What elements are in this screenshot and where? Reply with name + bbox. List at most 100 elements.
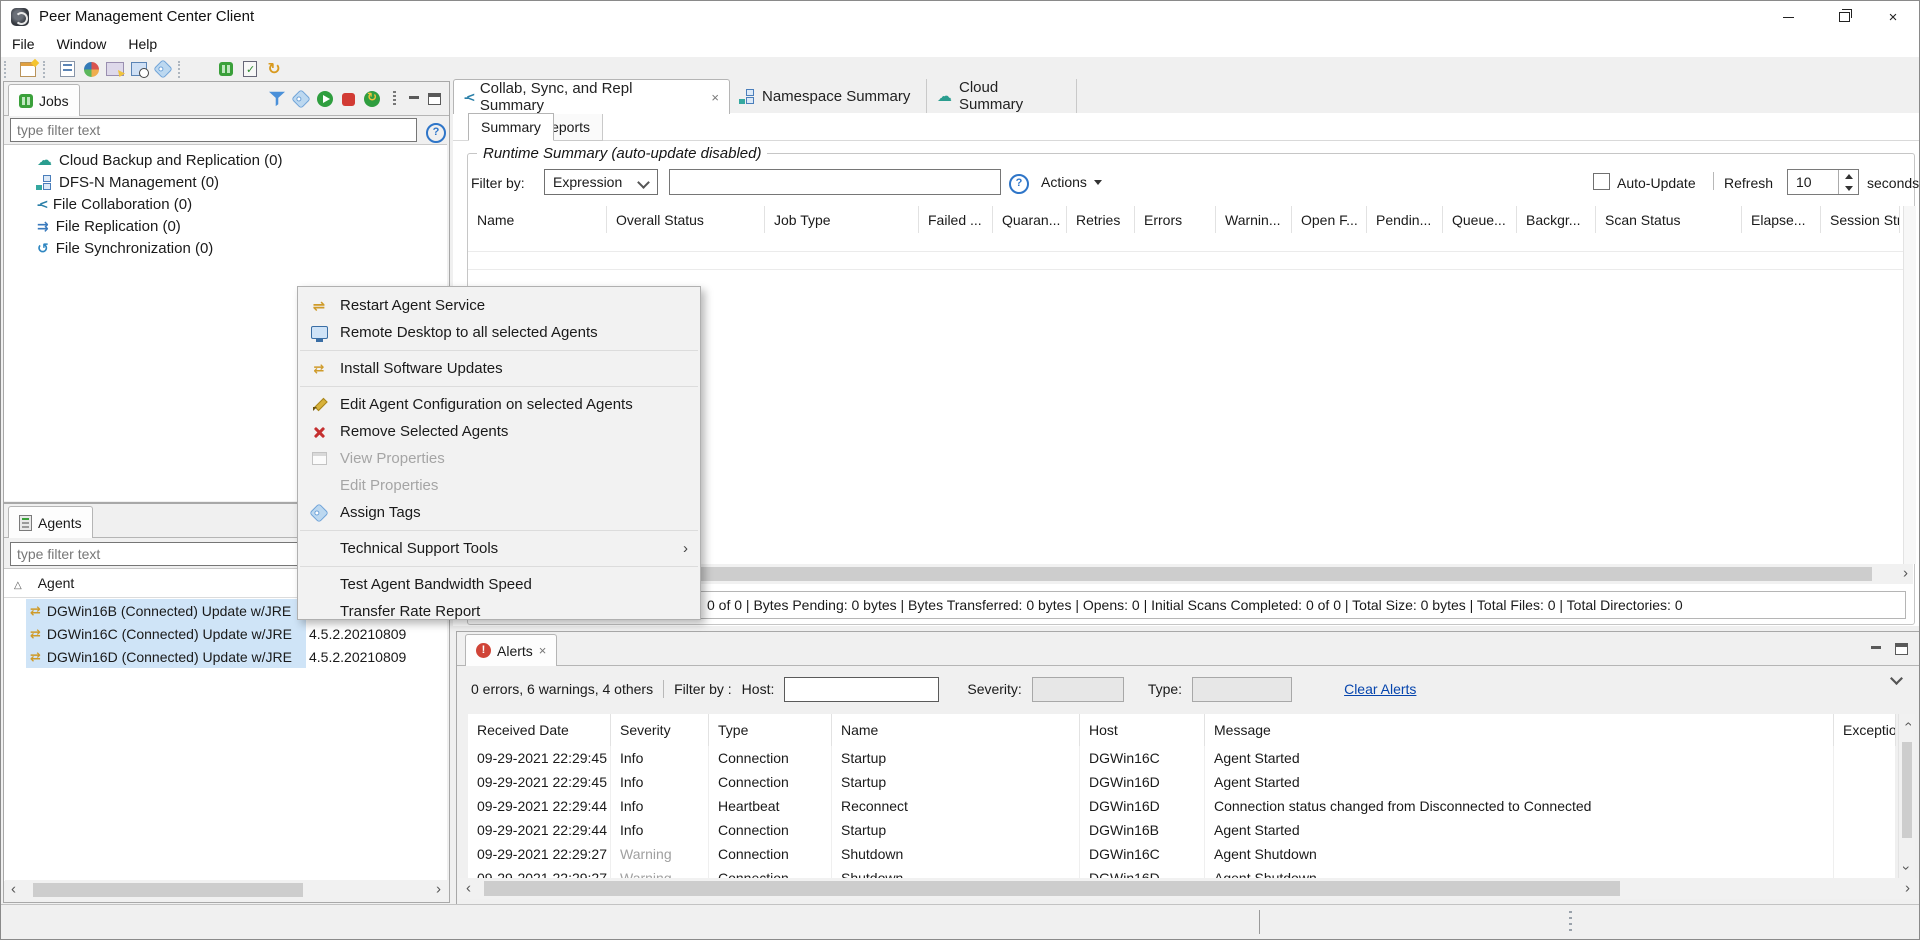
minimize-icon[interactable]	[409, 94, 419, 104]
schedule-icon[interactable]	[127, 59, 151, 79]
start-job-icon[interactable]	[317, 91, 333, 107]
preferences-icon[interactable]	[55, 59, 79, 79]
menu-window[interactable]: Window	[46, 33, 118, 55]
menu-help[interactable]: Help	[117, 33, 168, 55]
close-tab-icon[interactable]: ×	[539, 644, 547, 657]
column-header[interactable]: Message	[1205, 714, 1834, 746]
agents-hscroll-thumb[interactable]	[33, 883, 303, 897]
editor-tab-2[interactable]: Namespace Summary	[730, 79, 927, 113]
jobs-tree-item[interactable]: File Replication (0)	[4, 215, 447, 237]
editor-tab-1[interactable]: Collab, Sync, and Repl Summary×	[453, 79, 730, 114]
column-header[interactable]: Retries	[1067, 206, 1135, 233]
column-header[interactable]: Scan Status	[1596, 206, 1742, 233]
alerts-vscrollbar[interactable]: › ›	[1898, 714, 1915, 878]
scroll-left-icon[interactable]: ‹	[11, 881, 16, 896]
column-header[interactable]: Pendin...	[1367, 206, 1443, 233]
editor-tab-3[interactable]: Cloud Summary	[927, 79, 1077, 113]
menu-file[interactable]: File	[1, 33, 46, 55]
alerts-icon[interactable]	[190, 59, 214, 79]
runtime-vscrollbar[interactable]	[1903, 206, 1916, 564]
menu-item-restart-agent-service[interactable]: Restart Agent Service	[298, 292, 700, 319]
column-header[interactable]: Errors	[1135, 206, 1216, 233]
alerts-vscroll-thumb[interactable]	[1902, 742, 1912, 838]
alert-row[interactable]: 09-29-2021 22:29:27WarningConnectionShut…	[468, 842, 1896, 867]
agents-hscrollbar[interactable]: ‹ ›	[5, 880, 447, 900]
jobs-filter-help-icon[interactable]	[426, 123, 446, 143]
tab-jobs[interactable]: Jobs	[8, 84, 80, 116]
column-header[interactable]: Received Date	[468, 714, 611, 746]
filter-help-icon[interactable]	[1009, 174, 1029, 194]
filter-expression-input[interactable]	[669, 169, 1001, 195]
scroll-right-icon[interactable]: ›	[1905, 880, 1910, 895]
refresh-interval-spinner[interactable]: 10	[1787, 169, 1859, 195]
tab-agents[interactable]: Agents	[8, 506, 93, 538]
window-close-button[interactable]: ×	[1865, 1, 1920, 33]
spinner-down-button[interactable]	[1839, 182, 1858, 194]
column-header[interactable]: Failed ...	[919, 206, 993, 233]
refresh-icon[interactable]	[262, 59, 286, 79]
filter-funnel-icon[interactable]	[269, 91, 285, 107]
maximize-icon[interactable]	[428, 93, 441, 105]
new-job-icon[interactable]	[16, 59, 40, 79]
host-filter-input[interactable]	[784, 677, 939, 702]
column-header[interactable]: Session Stru	[1821, 206, 1900, 233]
email-alerts-icon[interactable]	[103, 59, 127, 79]
agent-row[interactable]: DGWin16D (Connected) Update w/JRE4.5.2.2…	[4, 645, 447, 668]
scroll-up-icon[interactable]: ›	[1899, 722, 1915, 727]
alerts-hscrollbar[interactable]: ‹ ›	[458, 878, 1918, 899]
menu-item-remove-selected-agents[interactable]: Remove Selected Agents	[298, 418, 700, 445]
minimize-icon[interactable]	[1871, 644, 1881, 654]
jobs-tree-item[interactable]: File Collaboration (0)	[4, 193, 447, 215]
jobs-filter-input[interactable]	[10, 118, 417, 142]
column-header[interactable]: Queue...	[1443, 206, 1517, 233]
column-header[interactable]: Backgr...	[1517, 206, 1596, 233]
type-select[interactable]	[1192, 677, 1292, 702]
filter-mode-select[interactable]: Expression	[544, 169, 658, 195]
agents-icon[interactable]	[214, 59, 238, 79]
scroll-down-icon[interactable]: ›	[1899, 866, 1915, 871]
menu-item-transfer-rate-report[interactable]: Transfer Rate Report	[298, 598, 700, 625]
menu-item-technical-support-tools[interactable]: Technical Support Tools›	[298, 535, 700, 562]
agent-row[interactable]: DGWin16C (Connected) Update w/JRE4.5.2.2…	[4, 622, 447, 645]
window-minimize-button[interactable]	[1760, 1, 1816, 33]
severity-select[interactable]	[1032, 677, 1124, 702]
alert-row[interactable]: 09-29-2021 22:29:45InfoConnectionStartup…	[468, 770, 1896, 795]
column-header[interactable]: Warnin...	[1216, 206, 1292, 233]
alert-row[interactable]: 09-29-2021 22:29:27WarningConnectionShut…	[468, 866, 1896, 878]
menu-item-edit-agent-configuration-on-selected-agents[interactable]: Edit Agent Configuration on selected Age…	[298, 391, 700, 418]
column-header[interactable]: Open F...	[1292, 206, 1367, 233]
alerts-table-header[interactable]: Received DateSeverityTypeNameHostMessage…	[468, 714, 1896, 747]
column-header[interactable]: Severity	[611, 714, 709, 746]
auto-update-checkbox[interactable]	[1593, 173, 1610, 190]
tag-icon[interactable]	[291, 89, 311, 109]
menu-item-install-software-updates[interactable]: Install Software Updates	[298, 355, 700, 382]
alert-row[interactable]: 09-29-2021 22:29:45InfoConnectionStartup…	[468, 746, 1896, 771]
spinner-up-button[interactable]	[1839, 170, 1858, 182]
maximize-icon[interactable]	[1895, 643, 1908, 655]
column-header[interactable]: Quaran...	[993, 206, 1067, 233]
column-header[interactable]: Host	[1080, 714, 1205, 746]
column-header[interactable]: Name	[832, 714, 1080, 746]
tab-alerts[interactable]: Alerts ×	[465, 634, 557, 666]
menu-item-test-agent-bandwidth-speed[interactable]: Test Agent Bandwidth Speed	[298, 571, 700, 598]
view-menu-icon[interactable]	[393, 91, 396, 106]
stop-job-icon[interactable]	[342, 93, 355, 106]
column-header[interactable]: Name	[468, 206, 607, 233]
alerts-hscroll-thumb[interactable]	[484, 881, 1620, 896]
tab-summary[interactable]: Summary	[468, 113, 554, 141]
menu-item-remote-desktop-to-all-selected-agents[interactable]: Remote Desktop to all selected Agents	[298, 319, 700, 346]
column-header[interactable]: Overall Status	[607, 206, 765, 233]
clear-alerts-link[interactable]: Clear Alerts	[1344, 681, 1416, 697]
scroll-left-icon[interactable]: ‹	[466, 880, 471, 895]
drag-handle-icon[interactable]	[1569, 911, 1572, 933]
column-header[interactable]: Type	[709, 714, 832, 746]
jobs-tree-item[interactable]: DFS-N Management (0)	[4, 171, 447, 193]
column-header[interactable]: Job Type	[765, 206, 919, 233]
task-history-icon[interactable]	[238, 59, 262, 79]
window-restore-button[interactable]	[1816, 1, 1872, 33]
scroll-right-icon[interactable]: ›	[1903, 565, 1908, 580]
column-header[interactable]: Elapse...	[1742, 206, 1821, 233]
runtime-table-header[interactable]: NameOverall StatusJob TypeFailed ...Quar…	[468, 206, 1903, 234]
menu-item-assign-tags[interactable]: Assign Tags	[298, 499, 700, 526]
jobs-tree-item[interactable]: File Synchronization (0)	[4, 237, 447, 259]
